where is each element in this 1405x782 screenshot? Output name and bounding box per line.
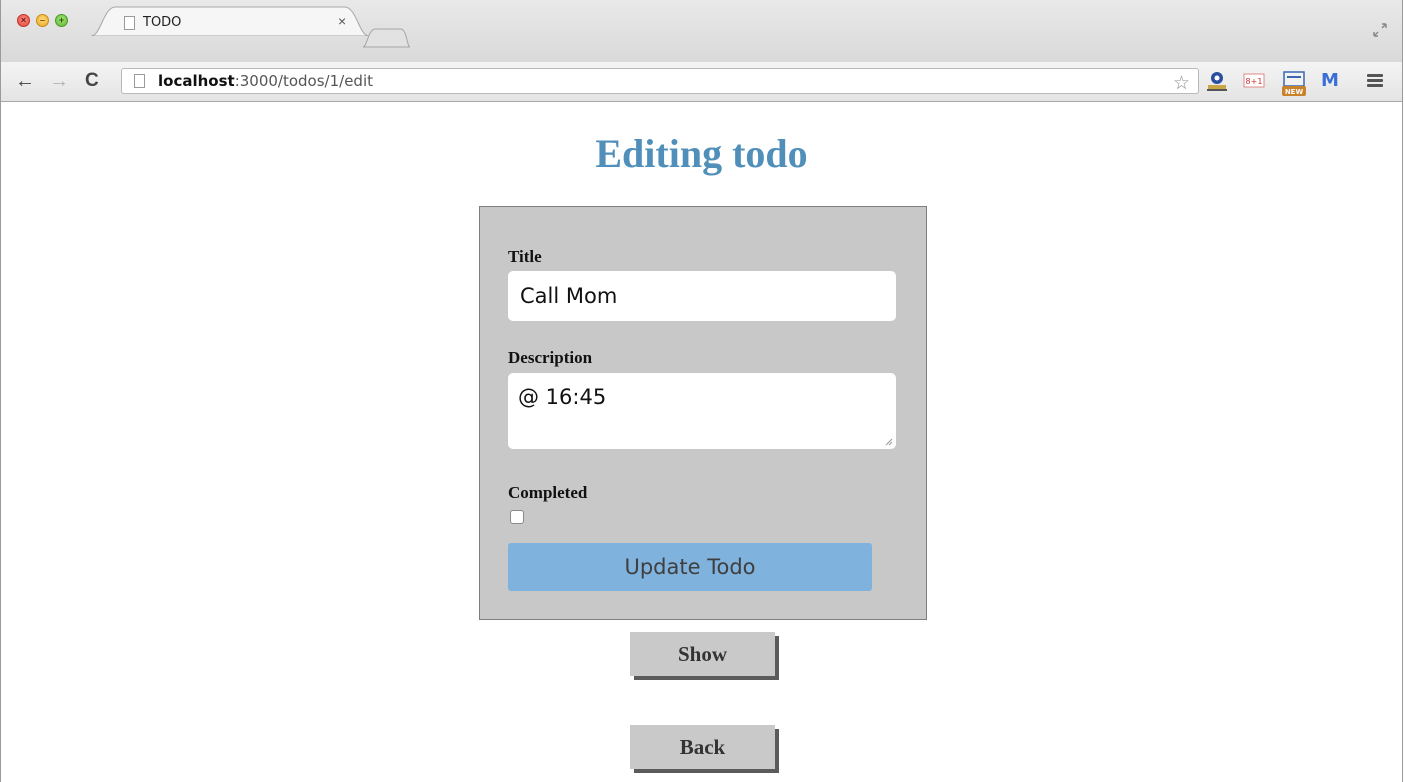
extension-new-icon[interactable]: NEW (1281, 70, 1307, 98)
tab-todo[interactable]: TODO × (91, 6, 369, 36)
back-link[interactable]: Back (630, 725, 775, 769)
update-todo-button[interactable]: Update Todo (508, 543, 872, 591)
url-text[interactable]: localhost:3000/todos/1/edit (158, 72, 373, 90)
forward-arrow-icon[interactable]: → (49, 71, 69, 91)
extension-gplus-icon[interactable]: 8+1 (1243, 70, 1265, 90)
title-input[interactable]: Call Mom (508, 271, 896, 321)
show-link[interactable]: Show (630, 632, 775, 676)
menu-icon[interactable] (1367, 74, 1383, 88)
address-bar[interactable]: localhost:3000/todos/1/edit ☆ (121, 68, 1199, 94)
zoom-icon: + (58, 15, 65, 25)
description-text: @ 16:45 (518, 385, 607, 409)
title-label: Title (508, 247, 542, 266)
browser-window: × – + TODO × ← → C localhost:3000/todos/… (0, 0, 1403, 782)
completed-checkbox[interactable] (510, 510, 524, 524)
reload-icon[interactable]: C (85, 71, 99, 91)
browser-toolbar: ← → C localhost:3000/todos/1/edit ☆ 8+1 … (1, 62, 1402, 102)
gplus-label: 8+1 (1246, 77, 1263, 86)
page-content: Editing todo Title Call Mom Description … (1, 102, 1402, 782)
tab-close-icon[interactable]: × (338, 13, 346, 29)
page-icon (124, 16, 135, 30)
close-icon: × (20, 15, 27, 25)
edit-todo-form: Title Call Mom Description @ 16:45 Compl… (479, 206, 927, 620)
tab-title: TODO (143, 15, 182, 30)
window-zoom-button[interactable]: + (55, 14, 68, 27)
page-title: Editing todo (595, 131, 808, 176)
new-badge-label: NEW (1285, 88, 1304, 96)
new-tab-button[interactable] (361, 28, 411, 48)
minimize-icon: – (39, 15, 45, 25)
description-textarea[interactable]: @ 16:45 (508, 373, 896, 449)
url-host: localhost (158, 72, 235, 90)
url-path: :3000/todos/1/edit (234, 72, 373, 90)
tab-strip: × – + TODO × (1, 0, 1402, 62)
fullscreen-icon[interactable] (1372, 22, 1388, 38)
window-close-button[interactable]: × (17, 14, 30, 27)
back-arrow-icon[interactable]: ← (15, 71, 35, 91)
description-label: Description (508, 348, 593, 367)
extension-m-icon[interactable]: M (1321, 70, 1339, 91)
extension-person-icon[interactable] (1206, 70, 1228, 94)
window-minimize-button[interactable]: – (36, 14, 49, 27)
page-icon (134, 74, 145, 88)
completed-label: Completed (508, 483, 588, 502)
bookmark-star-icon[interactable]: ☆ (1173, 72, 1190, 95)
resize-grip-icon[interactable] (885, 438, 893, 446)
